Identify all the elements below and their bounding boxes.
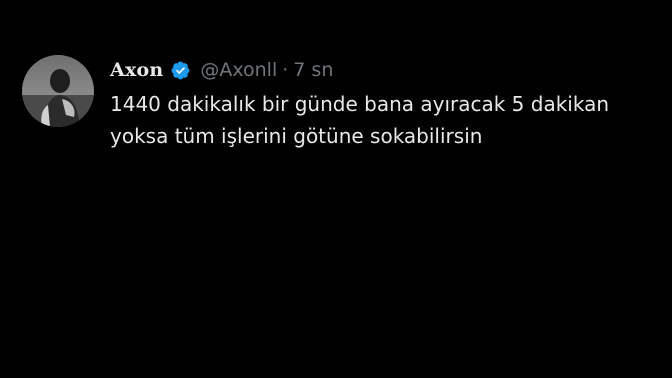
tweet: Axon @Axonll · 7 sn 1440 dakikalık bir g… bbox=[22, 55, 652, 152]
avatar[interactable] bbox=[22, 55, 94, 127]
verified-badge-icon bbox=[170, 60, 191, 81]
avatar-image bbox=[22, 55, 94, 127]
tweet-content: Axon @Axonll · 7 sn 1440 dakikalık bir g… bbox=[110, 55, 630, 152]
timestamp[interactable]: 7 sn bbox=[293, 59, 333, 81]
separator-dot: · bbox=[282, 59, 289, 81]
display-name[interactable]: Axon bbox=[110, 59, 163, 81]
user-handle[interactable]: @Axonll bbox=[200, 59, 277, 81]
tweet-header: Axon @Axonll · 7 sn bbox=[110, 55, 630, 85]
tweet-text: 1440 dakikalık bir günde bana ayıracak 5… bbox=[110, 92, 610, 148]
